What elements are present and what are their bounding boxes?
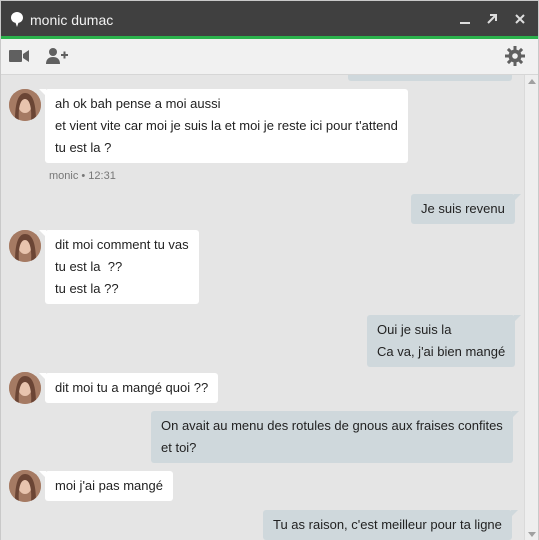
chat-toolbar [1,39,538,75]
avatar-photo [9,230,41,262]
message-text: tu est la ?? [55,281,119,296]
window-title: monic dumac [30,12,114,28]
title-bar[interactable]: monic dumac [1,1,538,39]
message-bubble-outgoing: Tu as raison, c'est meilleur pour ta lig… [263,510,518,540]
add-person-icon[interactable] [46,47,68,65]
chat-window: monic dumac ah ok bah pense a moi aussi … [0,0,539,540]
message-bubble-outgoing-partial [348,75,512,81]
avatar[interactable] [9,372,41,404]
message-text: Ca va, j'ai bien mangé [377,344,506,359]
message-list[interactable]: ah ok bah pense a moi aussi et vient vit… [1,75,538,540]
scroll-up-arrow-icon[interactable] [528,79,536,84]
message-text: et vient vite car moi je suis la et moi … [55,118,398,133]
message-text: tu est la ?? [55,259,123,274]
message-text: dit moi tu a mangé quoi ?? [55,380,209,395]
message-text: Je suis revenu [421,201,505,216]
avatar-photo [9,89,41,121]
avatar[interactable] [9,470,41,502]
video-camera-icon[interactable] [9,49,29,63]
message-text: et toi? [161,440,197,455]
close-icon[interactable] [511,10,529,28]
scroll-down-arrow-icon[interactable] [528,532,536,537]
message-text: moi j'ai pas mangé [55,478,163,493]
message-text: ah ok bah pense a moi aussi [55,96,221,111]
message-timestamp: monic • 12:31 [49,170,116,182]
minimize-icon[interactable] [456,10,474,28]
message-bubble-outgoing: Je suis revenu [411,194,521,224]
message-bubble-incoming: dit moi tu a mangé quoi ?? [38,373,219,403]
message-bubble-outgoing: Oui je suis la Ca va, j'ai bien mangé [367,315,522,367]
message-text: tu est la ? [55,140,112,155]
avatar-photo [9,470,41,502]
message-text: Oui je suis la [377,322,452,337]
popout-icon[interactable] [483,10,501,28]
avatar[interactable] [9,89,41,121]
message-bubble-incoming: dit moi comment tu vas tu est la ?? tu e… [39,230,199,304]
message-bubble-incoming: ah ok bah pense a moi aussi et vient vit… [39,89,408,163]
message-bubble-outgoing: On avait au menu des rotules de gnous au… [151,411,519,463]
avatar-photo [9,372,41,404]
chat-bubble-icon [11,12,23,27]
message-text: Tu as raison, c'est meilleur pour ta lig… [273,517,502,532]
avatar[interactable] [9,230,41,262]
scrollbar[interactable] [524,75,538,540]
message-text: On avait au menu des rotules de gnous au… [161,418,503,433]
message-text: dit moi comment tu vas [55,237,189,252]
message-bubble-incoming: moi j'ai pas mangé [39,471,173,501]
gear-icon[interactable] [505,46,525,66]
